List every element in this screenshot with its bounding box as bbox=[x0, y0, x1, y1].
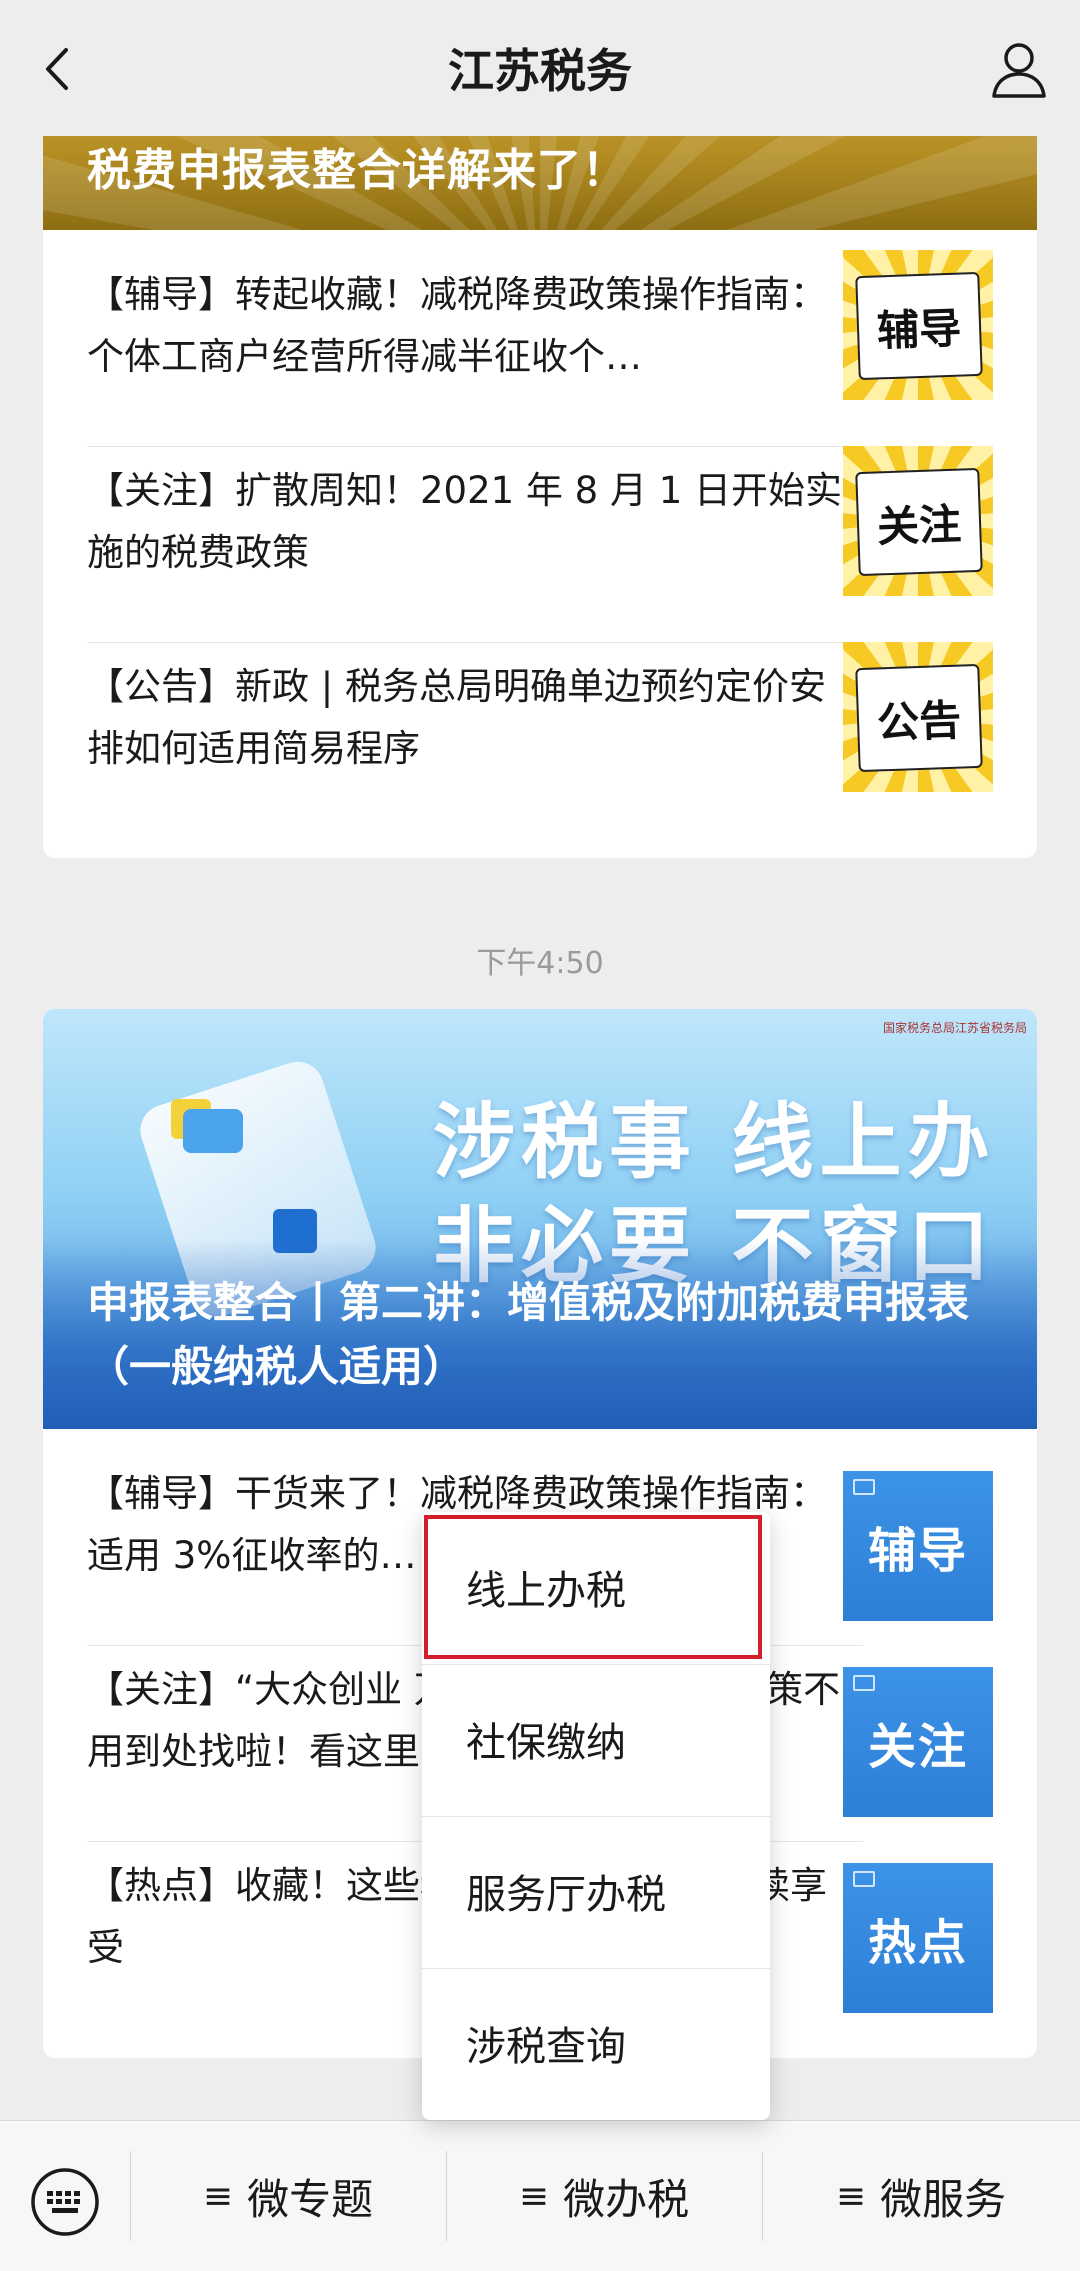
menu-item-label: 社保缴纳 bbox=[466, 1720, 626, 1766]
menu-lines-icon: ≡ bbox=[518, 2175, 550, 2217]
menu-tab-micro-topics[interactable]: ≡ 微专题 bbox=[130, 2121, 446, 2271]
keyboard-icon[interactable] bbox=[30, 2167, 100, 2237]
document-illustration bbox=[183, 1109, 243, 1153]
article-title: 【公告】新政 | 税务总局明确单边预约定价安排如何适用简易程序 bbox=[87, 665, 826, 770]
thumbnail-label: 热点 bbox=[867, 1915, 968, 1971]
list-item[interactable]: 【关注】扩散周知！2021 年 8 月 1 日开始实施的税费政策 关注 bbox=[43, 446, 1037, 642]
menu-item-label: 涉税查询 bbox=[466, 2024, 626, 2070]
menu-tab-label: 微办税 bbox=[563, 2174, 690, 2224]
menu-tab-label: 微服务 bbox=[880, 2174, 1007, 2224]
back-arrow-icon[interactable] bbox=[34, 44, 84, 94]
article-card-1: 税费申报表整合详解来了！ 【辅导】转起收藏！减税降费政策操作指南：个体工商户经营… bbox=[43, 60, 1037, 858]
thumbnail-label: 公告 bbox=[855, 663, 983, 773]
article-thumbnail: 关注 bbox=[843, 1667, 993, 1817]
user-profile-icon[interactable] bbox=[988, 38, 1050, 100]
article-title: 【辅导】转起收藏！减税降费政策操作指南：个体工商户经营所得减半征收个… bbox=[87, 273, 827, 378]
menu-lines-icon: ≡ bbox=[202, 2175, 234, 2217]
thumbnail-label: 辅导 bbox=[855, 271, 983, 381]
article-thumbnail: 辅导 bbox=[843, 250, 993, 400]
page-title: 江苏税务 bbox=[448, 44, 632, 98]
message-timestamp: 下午4:50 bbox=[476, 946, 604, 981]
article-thumbnail: 关注 bbox=[843, 446, 993, 596]
article-thumbnail: 热点 bbox=[843, 1863, 993, 2013]
top-nav-bar: 江苏税务 bbox=[0, 0, 1080, 136]
selection-highlight bbox=[424, 1515, 762, 1659]
menu-tab-label: 微专题 bbox=[247, 2174, 374, 2224]
article-banner[interactable]: 国家税务总局江苏省税务局 涉税事 线上办 非必要 不窗口 申报表整合丨第二讲：增… bbox=[43, 1009, 1037, 1429]
menu-lines-icon: ≡ bbox=[835, 2175, 867, 2217]
chat-bubble-icon bbox=[853, 1675, 875, 1691]
thumbnail-label: 关注 bbox=[855, 467, 983, 577]
thumbnail-label: 辅导 bbox=[867, 1523, 968, 1579]
menu-item-service-hall[interactable]: 服务厅办税 bbox=[422, 1816, 770, 1966]
article-thumbnail: 辅导 bbox=[843, 1471, 993, 1621]
chat-bubble-icon bbox=[853, 1479, 875, 1495]
thumbnail-label: 关注 bbox=[867, 1719, 968, 1775]
agency-logo-text: 国家税务总局江苏省税务局 bbox=[882, 1021, 1027, 1035]
menu-tab-micro-service[interactable]: ≡ 微服务 bbox=[762, 2121, 1080, 2271]
article-thumbnail: 公告 bbox=[843, 642, 993, 792]
banner-title: 税费申报表整合详解来了！ bbox=[87, 145, 627, 196]
banner-slogan-line1: 涉税事 线上办 bbox=[433, 1095, 996, 1190]
menu-item-tax-inquiry[interactable]: 涉税查询 bbox=[422, 1968, 770, 2118]
menu-item-label: 服务厅办税 bbox=[466, 1872, 666, 1918]
submenu-popup: 线上办税 社保缴纳 服务厅办税 涉税查询 bbox=[422, 1512, 770, 2120]
article-title: 【关注】扩散周知！2021 年 8 月 1 日开始实施的税费政策 bbox=[87, 469, 843, 574]
menu-item-social-insurance[interactable]: 社保缴纳 bbox=[422, 1664, 770, 1814]
bottom-menu-bar: ≡ 微专题 ≡ 微办税 ≡ 微服务 bbox=[0, 2120, 1080, 2271]
list-item[interactable]: 【公告】新政 | 税务总局明确单边预约定价安排如何适用简易程序 公告 bbox=[43, 642, 1037, 838]
list-item[interactable]: 【辅导】转起收藏！减税降费政策操作指南：个体工商户经营所得减半征收个… 辅导 bbox=[43, 230, 1037, 426]
menu-tab-micro-tax[interactable]: ≡ 微办税 bbox=[446, 2121, 762, 2271]
banner-title: 申报表整合丨第二讲：增值税及附加税费申报表（一般纳税人适用） bbox=[87, 1278, 970, 1391]
chat-bubble-icon bbox=[853, 1871, 875, 1887]
